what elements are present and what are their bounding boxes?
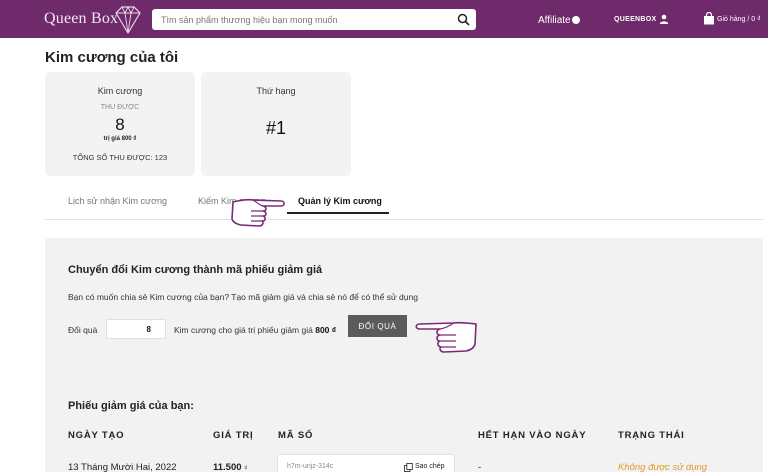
diamond-total: TỔNG SỐ THU ĐƯỢC: 123: [72, 153, 168, 162]
shopping-bag-icon[interactable]: [703, 12, 715, 25]
diamond-worth: trị giá 800 ₫: [103, 136, 137, 142]
voucher-value-amount: 11.500: [213, 462, 242, 472]
column-header-value: GIÁ TRỊ: [213, 430, 254, 441]
voucher-date: 13 Tháng Mười Hai, 2022: [68, 462, 177, 472]
affiliate-dot-icon: [572, 16, 580, 24]
cart-link[interactable]: Giỏ hàng / 0 ₫: [717, 16, 761, 23]
exchange-description: Bạn có muốn chia sẻ Kim cương của bạn? T…: [68, 292, 418, 302]
exchange-label: Đổi quà: [68, 325, 98, 335]
exchange-value-text: Kim cương cho giá trị phiếu giảm giá 800…: [174, 325, 336, 335]
pointing-hand-icon: [415, 321, 477, 353]
logo-text[interactable]: Queen Box: [44, 10, 118, 28]
tab-manage-diamonds[interactable]: Quản lý Kim cương: [298, 196, 382, 206]
voucher-value: 11.500 ₫: [213, 462, 247, 472]
gem-logo-icon[interactable]: [110, 4, 146, 36]
diamond-label: Kim cương: [97, 86, 143, 96]
user-icon[interactable]: [659, 14, 669, 24]
copy-icon[interactable]: [404, 463, 413, 472]
voucher-expiry: -: [478, 462, 482, 472]
column-header-expiry: HẾT HẠN VÀO NGÀY: [478, 430, 587, 441]
tab-diamond-history[interactable]: Lịch sử nhận Kim cương: [68, 196, 167, 206]
search-input[interactable]: [152, 9, 448, 30]
top-navigation-bar: Queen Box Affiliate QUEENBOX Giỏ hàng / …: [0, 0, 768, 38]
exchange-text-before: Kim cương cho giá trị phiếu giảm giá: [174, 325, 313, 335]
vouchers-title: Phiếu giảm giá của bạn:: [68, 400, 194, 412]
diamond-stats-card: Kim cương THU ĐƯỢC 8 trị giá 800 ₫ TỔNG …: [45, 72, 195, 176]
column-header-created: NGÀY TẠO: [68, 430, 125, 441]
diamond-amount-input[interactable]: [106, 319, 166, 339]
search-bar: [152, 9, 476, 30]
diamond-earned-label: THU ĐƯỢC: [100, 104, 140, 111]
voucher-code-box: h7m-unjz-314c Sao chép: [277, 454, 455, 472]
voucher-code: h7m-unjz-314c: [287, 463, 334, 470]
page-title: Kim cương của tôi: [45, 49, 179, 66]
active-tab-underline: [287, 212, 389, 214]
column-header-status: TRẠNG THÁI: [618, 430, 685, 441]
exchange-amount: 800 ₫: [315, 325, 337, 335]
account-link[interactable]: QUEENBOX: [614, 16, 656, 23]
column-header-code: MÃ SỐ: [278, 430, 314, 441]
voucher-currency: ₫: [244, 466, 248, 472]
tabs-divider: [45, 219, 763, 220]
affiliate-link[interactable]: Affiliate: [538, 15, 571, 26]
pointing-hand-icon: [231, 198, 285, 227]
diamond-count: 8: [115, 115, 125, 134]
rank-label: Thứ hạng: [256, 86, 296, 96]
redeem-button[interactable]: ĐỔI QUÀ: [348, 315, 407, 337]
exchange-title: Chuyển đổi Kim cương thành mã phiếu giảm…: [68, 264, 323, 276]
rank-value: #1: [265, 118, 287, 138]
copy-button[interactable]: Sao chép: [415, 463, 445, 470]
voucher-status: Không được sử dụng: [618, 462, 708, 472]
search-icon[interactable]: [457, 13, 470, 26]
rank-stats-card: Thứ hạng #1: [201, 72, 351, 176]
